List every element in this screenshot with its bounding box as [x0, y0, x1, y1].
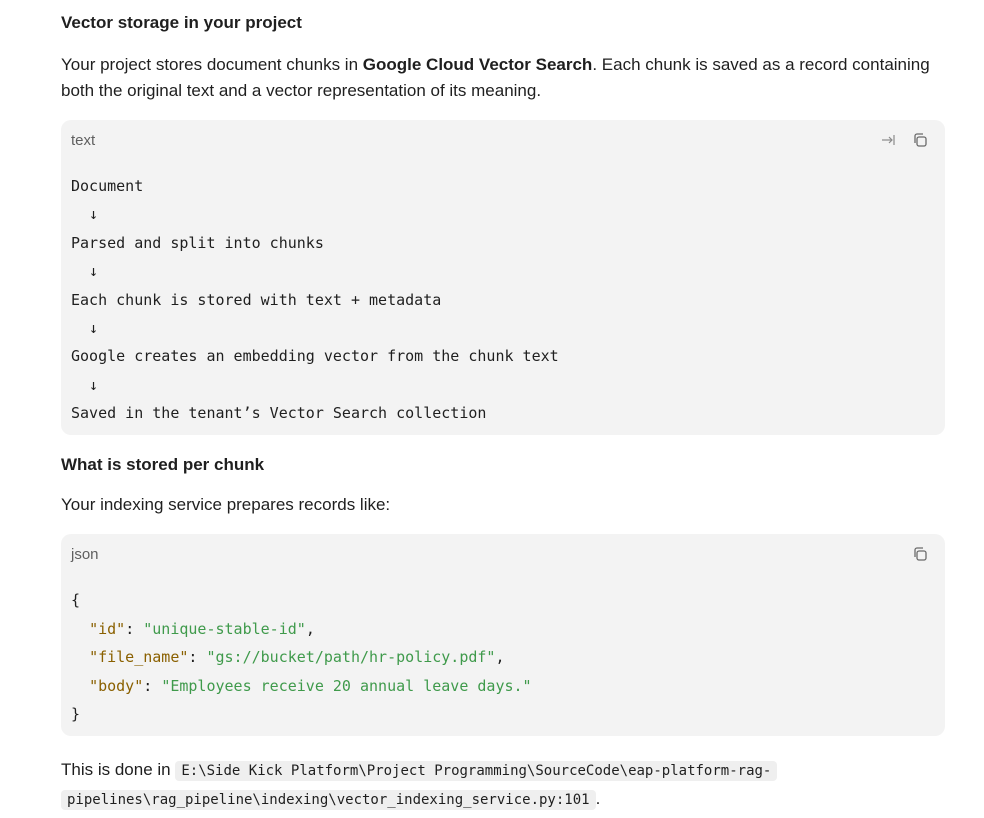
copy-icon[interactable]	[911, 131, 929, 149]
code-block-json: json { "id": "unique-stable-id", "file_n…	[61, 534, 945, 736]
json-string-value: "unique-stable-id"	[143, 619, 306, 638]
code-arrow-line: ↓	[71, 262, 99, 281]
source-text-before: This is done in	[61, 760, 176, 779]
code-line: Each chunk is stored with text + metadat…	[71, 290, 442, 309]
code-block-header: text	[61, 120, 945, 160]
code-arrow-line: ↓	[71, 205, 99, 224]
code-line: Parsed and split into chunks	[71, 233, 324, 252]
wrap-icon[interactable]	[879, 131, 897, 149]
code-json-content: { "id": "unique-stable-id", "file_name":…	[71, 591, 532, 723]
code-language-label: text	[71, 131, 96, 149]
json-comma: ,	[305, 619, 315, 638]
code-line: Google creates an embedding vector from …	[71, 347, 559, 366]
json-key: "file_name"	[89, 648, 189, 666]
intro-text-before: Your project stores document chunks in	[61, 55, 363, 74]
json-close-brace: }	[71, 705, 81, 723]
json-string-value: "Employees receive 20 annual leave days.…	[161, 676, 532, 695]
json-comma: ,	[495, 648, 505, 666]
code-text-content: Document ↓ Parsed and split into chunks …	[61, 160, 945, 428]
section-heading-stored-per-chunk: What is stored per chunk	[61, 455, 265, 474]
source-text-after: .	[595, 789, 601, 808]
json-string-value: "gs://bucket/path/hr-policy.pdf"	[206, 648, 496, 666]
source-location-paragraph: This is done in E:\Side Kick Platform\Pr…	[61, 756, 945, 814]
code-block-toolbar	[911, 545, 929, 563]
code-block-header: json	[61, 534, 945, 574]
records-intro-paragraph: Your indexing service prepares records l…	[61, 495, 391, 514]
section-heading-vector-storage: Vector storage in your project	[61, 13, 302, 32]
code-line: Saved in the tenant’s Vector Search coll…	[71, 404, 487, 423]
inline-code-path-part2: pipelines\rag_pipeline\indexing\vector_i…	[61, 790, 596, 810]
intro-bold-service: Google Cloud Vector Search	[362, 55, 593, 74]
json-key: "body"	[89, 676, 144, 695]
code-block-toolbar	[879, 131, 929, 149]
code-language-label: json	[71, 545, 99, 563]
code-arrow-line: ↓	[71, 319, 99, 338]
intro-paragraph: Your project stores document chunks in G…	[61, 52, 945, 104]
copy-icon[interactable]	[911, 545, 929, 563]
code-arrow-line: ↓	[71, 375, 99, 394]
code-line: Document	[71, 177, 144, 195]
json-open-brace: {	[71, 591, 81, 609]
inline-code-path-part1: E:\Side Kick Platform\Project Programmin…	[175, 761, 778, 781]
code-block-text: text Document ↓ Parsed and split into ch…	[61, 120, 945, 435]
json-key: "id"	[89, 619, 126, 638]
